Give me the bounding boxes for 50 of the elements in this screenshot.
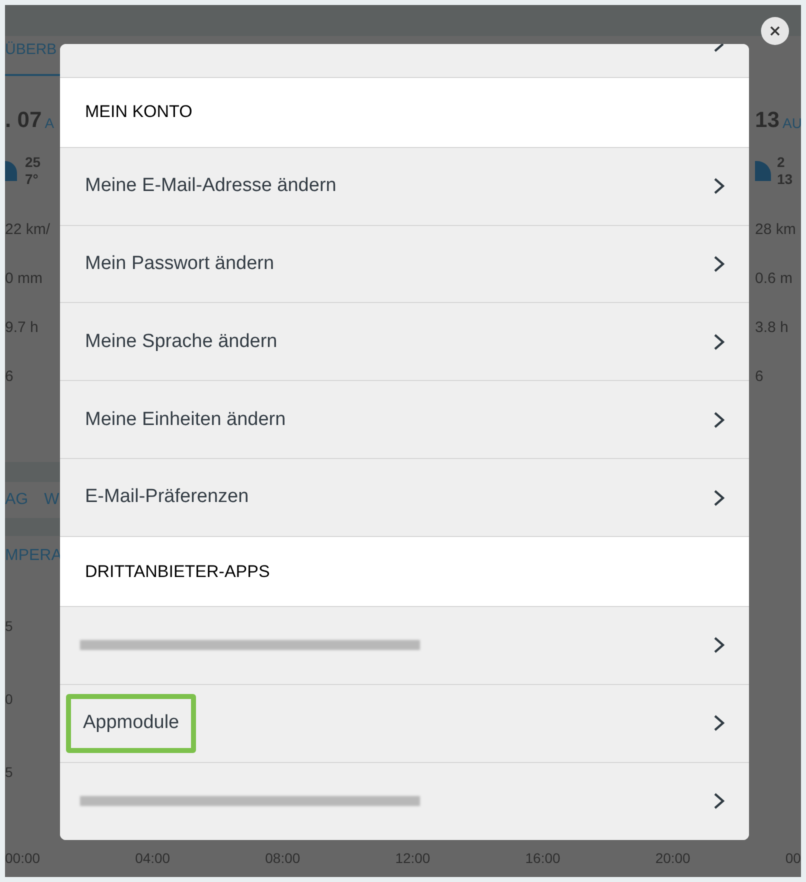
- stat-value: 0.6 m: [755, 268, 794, 289]
- axis-label: 04:00: [135, 848, 170, 868]
- axis-label: 5: [5, 762, 14, 782]
- date-day: . 07: [5, 102, 42, 136]
- low-temperature: 7°: [25, 170, 40, 188]
- menu-item-label: Meine E-Mail-Adresse ändern: [84, 174, 338, 198]
- weather-icon: [5, 160, 17, 181]
- chevron-right-icon: [713, 714, 725, 732]
- menu-item[interactable]: Meine Sprache ändern: [60, 302, 749, 380]
- menu-item-label: E-Mail-Präferenzen: [84, 485, 250, 510]
- date-month: A: [44, 114, 54, 133]
- axis-label: 00: [785, 848, 801, 868]
- menu-item-label: Meine Einheiten ändern: [84, 408, 287, 432]
- stat-value: 22 km/: [5, 220, 52, 240]
- chevron-right-icon: [713, 636, 725, 654]
- low-temperature: 13: [777, 170, 793, 188]
- chart-title: MPERA: [5, 546, 60, 566]
- stat-value: 28 km: [755, 220, 797, 240]
- stat-value: 3.8 h: [755, 318, 790, 338]
- axis-label: 5: [5, 616, 14, 636]
- chevron-right-icon: [713, 410, 725, 429]
- weather-icon: [755, 160, 771, 181]
- stat-value: 6: [755, 366, 764, 387]
- menu-item[interactable]: Mein Passwort ändern: [60, 224, 749, 302]
- high-temperature: 25: [25, 154, 41, 171]
- chevron-right-icon: [713, 177, 725, 196]
- menu-item-label: Appmodule: [66, 694, 196, 753]
- axis-label: 12:00: [395, 848, 430, 868]
- chevron-right-icon: [713, 254, 725, 273]
- menu-item[interactable]: [60, 762, 749, 840]
- axis-label: 08:00: [265, 848, 300, 868]
- menu-item-label: Mein Passwort ändern: [84, 252, 276, 276]
- chevron-right-icon: [713, 332, 725, 351]
- chevron-icon: [713, 44, 725, 52]
- stat-value: 6: [5, 366, 14, 387]
- menu-item-label: Meine Sprache ändern: [84, 330, 278, 354]
- axis-label: 0: [5, 690, 14, 709]
- chevron-right-icon: [713, 792, 725, 810]
- section-heading: MEIN KONTO: [60, 76, 749, 147]
- date-day: 13: [755, 102, 780, 136]
- chevron-right-icon: [713, 488, 725, 507]
- section-heading: DRITTANBIETER-APPS: [60, 536, 749, 606]
- axis-label: 00:00: [5, 848, 40, 868]
- date-month: AU: [782, 114, 801, 133]
- stat-value: 9.7 h: [5, 318, 40, 338]
- axis-label: 16:00: [525, 848, 560, 868]
- high-temperature: 2: [777, 154, 786, 171]
- stat-value: 0 mm: [5, 268, 44, 289]
- axis-label: 20:00: [655, 848, 690, 868]
- close-icon: [770, 26, 780, 36]
